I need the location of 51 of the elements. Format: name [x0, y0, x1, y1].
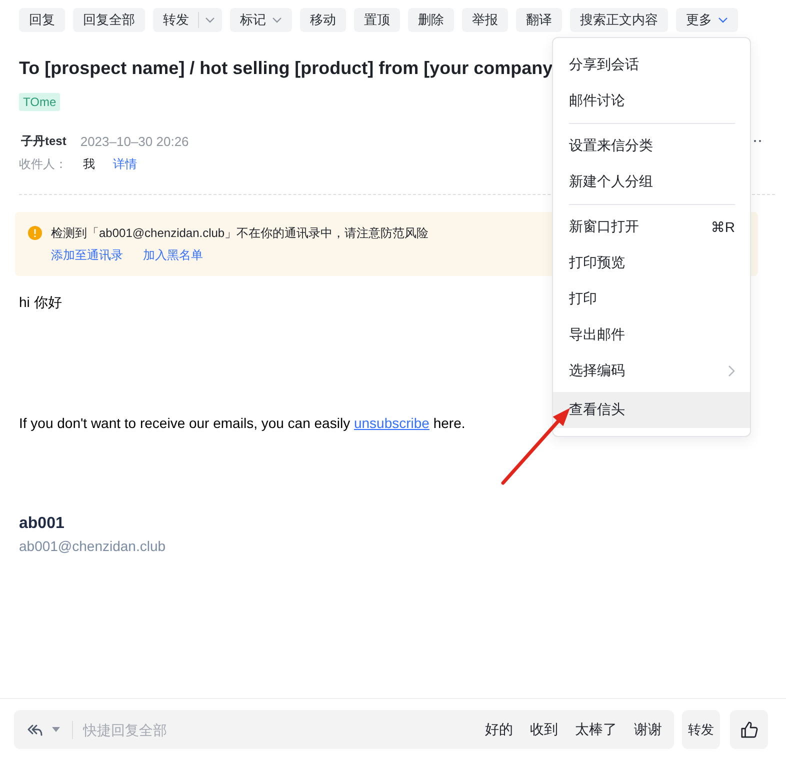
menu-item[interactable]: 设置来信分类	[553, 128, 750, 164]
chevron-right-icon	[728, 365, 735, 377]
body-text: hi 你好	[19, 293, 62, 312]
caret-icon	[718, 17, 728, 23]
thumbs-up-icon	[740, 720, 758, 739]
toolbar-button[interactable]: 标记	[230, 8, 292, 32]
menu-item[interactable]: 分享到会话	[553, 47, 750, 83]
signature-email: ab001@chenzidan.club	[19, 537, 166, 555]
toolbar-button[interactable]: 移动	[300, 8, 346, 32]
recipient-name: 我	[83, 156, 95, 172]
toolbar-button[interactable]: 举报	[462, 8, 508, 32]
quick-reply-button[interactable]: 太棒了	[575, 720, 617, 738]
toolbar-button[interactable]: 置顶	[354, 8, 400, 32]
menu-item[interactable]: 选择编码	[553, 353, 750, 389]
unsubscribe-link[interactable]: unsubscribe	[354, 415, 430, 431]
menu-item[interactable]: 导出邮件	[553, 317, 750, 353]
caret-icon	[272, 17, 282, 23]
toolbar-button[interactable]: 搜索正文内容	[570, 8, 668, 32]
label-tag: TOme	[19, 93, 60, 111]
toolbar-button[interactable]: 删除	[408, 8, 454, 32]
quick-reply-button[interactable]: 收到	[530, 720, 558, 738]
menu-item[interactable]: 新建个人分组	[553, 164, 750, 200]
menu-item[interactable]: 打印	[553, 281, 750, 317]
signature-name: ab001	[19, 514, 64, 534]
warning-icon	[28, 226, 42, 240]
menu-item[interactable]: 查看信头	[553, 392, 750, 428]
details-link[interactable]: 详情	[113, 156, 137, 172]
email-subject: To [prospect name] / hot selling [product] from [your company	[19, 57, 553, 80]
warning-text: 检测到「ab001@chenzidan.club」不在你的通讯录中，请注意防范风险	[51, 224, 429, 242]
like-button[interactable]	[730, 710, 768, 749]
shortcut-text: ⌘R	[710, 218, 735, 236]
caret-icon[interactable]	[52, 727, 60, 732]
caret-icon	[205, 17, 215, 23]
forward-button[interactable]: 转发	[682, 710, 720, 749]
warning-action-link[interactable]: 添加至通讯录	[51, 246, 123, 264]
toolbar-button[interactable]: 转发	[153, 8, 198, 32]
sent-time: 2023–10–30 20:26	[80, 134, 189, 148]
toolbar-button[interactable]: 回复全部	[73, 8, 145, 32]
quick-reply-button[interactable]: 好的	[485, 720, 513, 738]
reply-all-icon[interactable]	[27, 722, 43, 736]
menu-item[interactable]: 打印预览	[553, 245, 750, 281]
toolbar-button[interactable]: 回复	[19, 8, 65, 32]
toolbar-button[interactable]: 更多	[676, 8, 738, 32]
menu-item[interactable]: 新窗口打开 ⌘R	[553, 209, 750, 245]
warning-action-link[interactable]: 加入黑名单	[143, 246, 203, 264]
sender-name: 子丹test	[21, 132, 66, 150]
quick-reply-button[interactable]: 谢谢	[634, 720, 662, 738]
toolbar-button[interactable]: 翻译	[516, 8, 562, 32]
menu-item[interactable]: 邮件讨论	[553, 83, 750, 119]
recipients-label: 收件人：	[19, 156, 67, 172]
unsubscribe-sentence: If you don't want to receive our emails, you can easily unsubscribe here.	[19, 414, 466, 433]
